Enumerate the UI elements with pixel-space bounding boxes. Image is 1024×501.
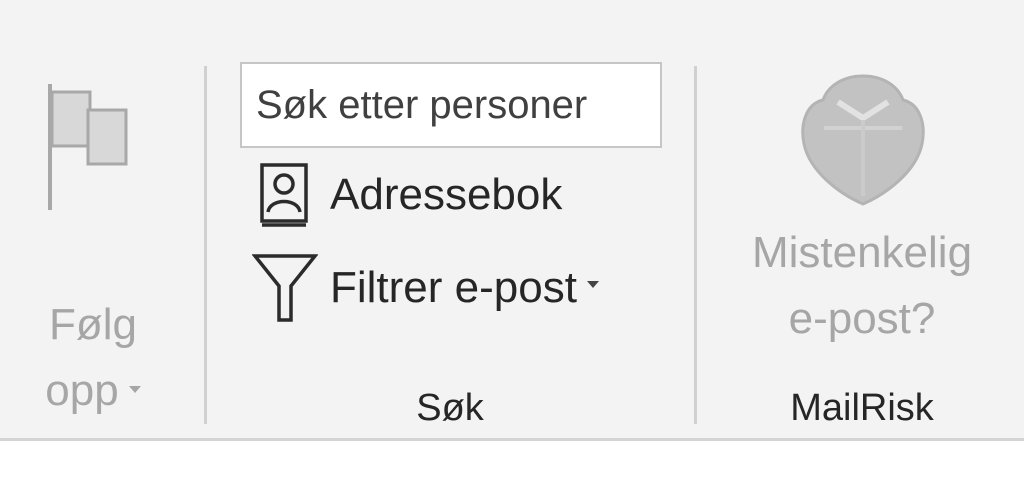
address-book-icon	[248, 155, 322, 235]
search-people-input[interactable]	[256, 74, 652, 136]
flag-icon	[46, 82, 130, 217]
follow-up-button[interactable]: Følg opp	[18, 70, 168, 415]
group-separator	[204, 66, 207, 424]
suspicious-email-label: Mistenkelig e-post?	[712, 220, 1012, 352]
address-book-label: Adressebok	[330, 170, 563, 219]
suspicious-email-label-line1: Mistenkelig	[751, 228, 973, 277]
search-people-box[interactable]	[240, 62, 662, 148]
suspicious-email-button[interactable]: Mistenkelig e-post?	[712, 62, 1012, 362]
search-group-label: Søk	[416, 387, 484, 429]
follow-up-label-line2: opp	[45, 366, 119, 415]
address-book-button[interactable]: Adressebok	[248, 155, 562, 235]
content-area	[0, 441, 1024, 501]
follow-up-label: Følg opp	[18, 292, 168, 424]
chevron-down-icon	[586, 280, 599, 288]
filter-email-label: Filtrer e-post	[330, 263, 577, 312]
shield-heart-icon	[798, 68, 928, 213]
follow-up-label-line1: Følg	[49, 300, 137, 349]
ribbon: Følg opp Adressebok Filtrer e-post Søk	[0, 0, 1024, 438]
filter-email-button[interactable]: Filtrer e-post	[248, 248, 599, 328]
suspicious-email-label-line2: e-post?	[788, 294, 936, 343]
filter-funnel-icon	[248, 248, 322, 328]
mailrisk-group-label: MailRisk	[790, 387, 934, 429]
group-separator	[694, 66, 697, 424]
chevron-down-icon	[128, 385, 141, 393]
